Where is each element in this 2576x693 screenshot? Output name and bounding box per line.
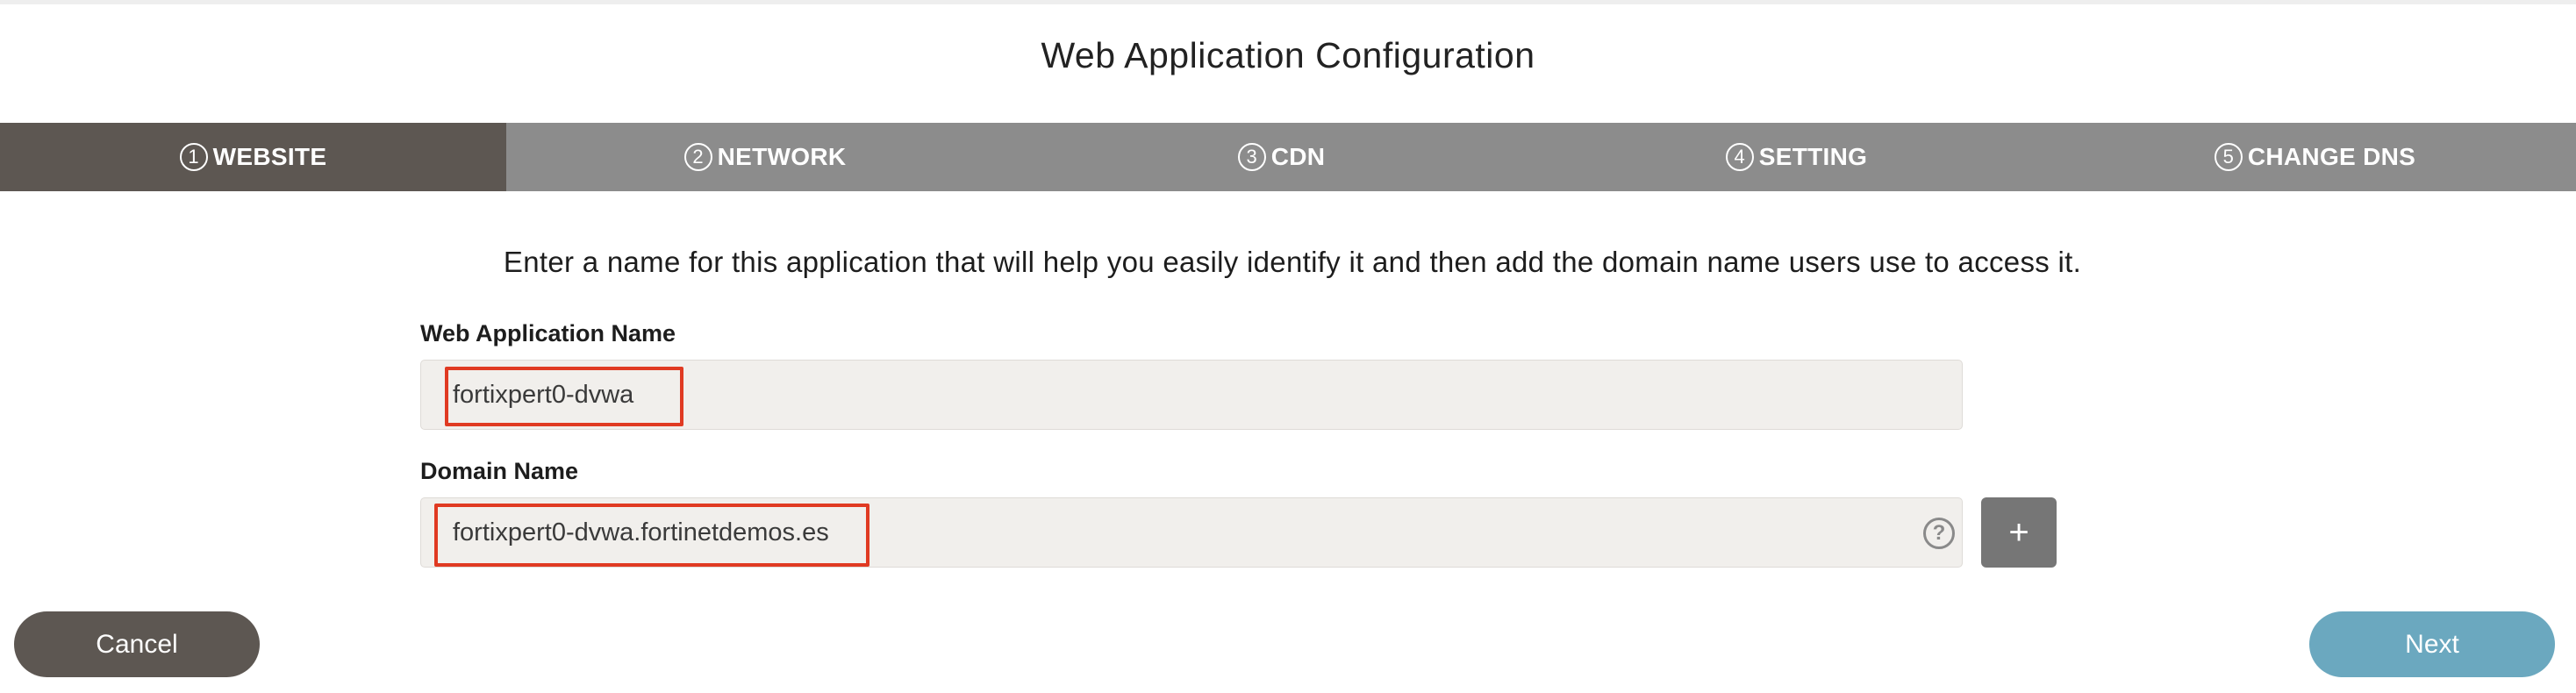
step-cdn[interactable]: 3 CDN [1024,123,1539,191]
step-label: WEBSITE [212,143,327,170]
step-label: SETTING [1758,143,1868,170]
top-border [0,0,2576,4]
add-domain-button[interactable]: + [1981,497,2057,568]
step-label: CHANGE DNS [2247,143,2416,170]
question-circle-icon[interactable]: ? [1923,518,1955,549]
step-number-icon: 2 [683,143,712,171]
step-label: CDN [1270,143,1326,170]
help-glyph: ? [1932,521,1946,545]
step-change-dns[interactable]: 5 CHANGE DNS [2054,123,2576,191]
step-label: NETWORK [717,143,847,170]
app-name-input[interactable]: fortixpert0-dvwa [420,360,1963,430]
cancel-button[interactable]: Cancel [14,611,260,677]
domain-name-value: fortixpert0-dvwa.fortinetdemos.es [453,518,829,547]
app-name-label: Web Application Name [420,320,676,346]
next-button[interactable]: Next [2309,611,2555,677]
page-title: Web Application Configuration [1041,35,1535,75]
domain-name-input[interactable]: fortixpert0-dvwa.fortinetdemos.es [420,497,1963,568]
step-network[interactable]: 2 NETWORK [506,123,1024,191]
app-name-value: fortixpert0-dvwa [453,380,634,409]
step-number-icon: 4 [1725,143,1754,171]
plus-icon: + [2008,512,2029,552]
step-website[interactable]: 1 WEBSITE [0,123,506,191]
step-number-icon: 3 [1237,143,1266,171]
domain-name-label: Domain Name [420,458,579,484]
step-number-icon: 5 [2214,143,2243,171]
wizard-steps: 1 WEBSITE 2 NETWORK 3 CDN 4 SETTING 5 CH… [0,123,2576,191]
step-number-icon: 1 [179,143,208,171]
intro-text: Enter a name for this application that w… [503,246,2082,278]
step-setting[interactable]: 4 SETTING [1539,123,2054,191]
